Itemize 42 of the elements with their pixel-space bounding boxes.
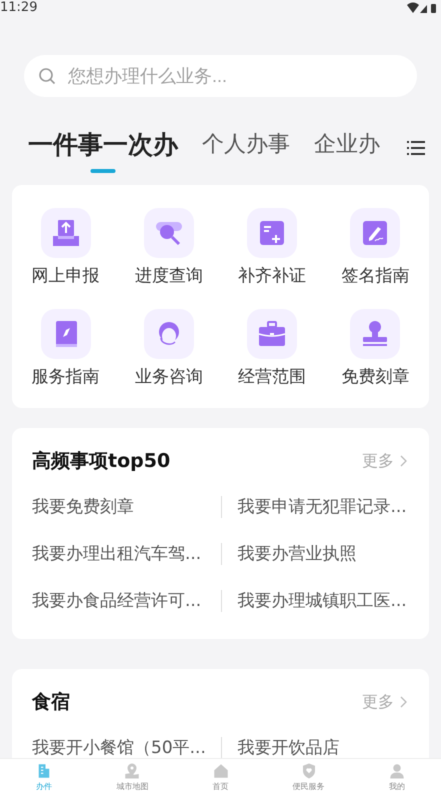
chevron-icon xyxy=(400,696,407,708)
nav-tab[interactable]: 城市地图 xyxy=(88,759,176,795)
service-link[interactable]: 我要办营业执照 xyxy=(220,543,429,565)
service-link[interactable]: 我要申请无犯罪记录... xyxy=(220,496,429,518)
service-item[interactable]: 补齐补证 xyxy=(220,208,324,287)
category-tab[interactable]: 个人办事 xyxy=(202,129,290,167)
section-title: 食宿 xyxy=(32,690,70,715)
service-item[interactable]: 签名指南 xyxy=(324,208,427,287)
service-link[interactable]: 我要开小餐馆（50平... xyxy=(12,737,220,758)
magnifier-icon xyxy=(154,219,183,247)
document-plus-icon xyxy=(258,219,286,247)
chevron-icon xyxy=(400,455,407,467)
search-field[interactable]: 您想办理什么业务... xyxy=(24,55,417,97)
status-time: 11:29 xyxy=(0,0,38,15)
map-pin-icon xyxy=(123,762,142,780)
status-icons xyxy=(407,2,437,14)
search-input[interactable]: 您想办理什么业务... xyxy=(66,64,403,88)
service-item[interactable]: 业务咨询 xyxy=(117,309,220,388)
service-item[interactable]: 进度查询 xyxy=(117,208,220,287)
service-item[interactable]: 网上申报 xyxy=(14,208,118,287)
section-title: 高频事项top50 xyxy=(32,449,170,474)
service-link[interactable]: 我要办理城镇职工医... xyxy=(220,590,429,612)
service-link[interactable]: 我要免费刻章 xyxy=(12,496,220,518)
menu-icon xyxy=(407,140,425,156)
category-tab[interactable]: 企业办 xyxy=(314,129,380,167)
pen-icon xyxy=(361,219,390,247)
category-tab[interactable]: 一件事一次办 xyxy=(28,128,178,168)
nav-tab[interactable]: 我的 xyxy=(352,759,441,795)
service-link[interactable]: 我要办理出租汽车驾... xyxy=(12,543,220,565)
tab-underline xyxy=(90,168,116,172)
briefcase-icon xyxy=(258,320,286,348)
service-item[interactable]: 经营范围 xyxy=(220,309,324,388)
nav-tab[interactable]: 便民服务 xyxy=(264,759,353,795)
nav-tab[interactable]: 首页 xyxy=(176,759,265,795)
stamp-icon xyxy=(361,320,390,348)
upload-tray-icon xyxy=(52,219,80,247)
service-link[interactable]: 我要办食品经营许可... xyxy=(12,590,220,612)
user-icon xyxy=(388,762,406,780)
service-item[interactable]: 服务指南 xyxy=(14,309,118,388)
service-item[interactable]: 免费刻章 xyxy=(324,309,427,388)
home-icon xyxy=(212,762,230,780)
search-icon xyxy=(38,67,56,85)
